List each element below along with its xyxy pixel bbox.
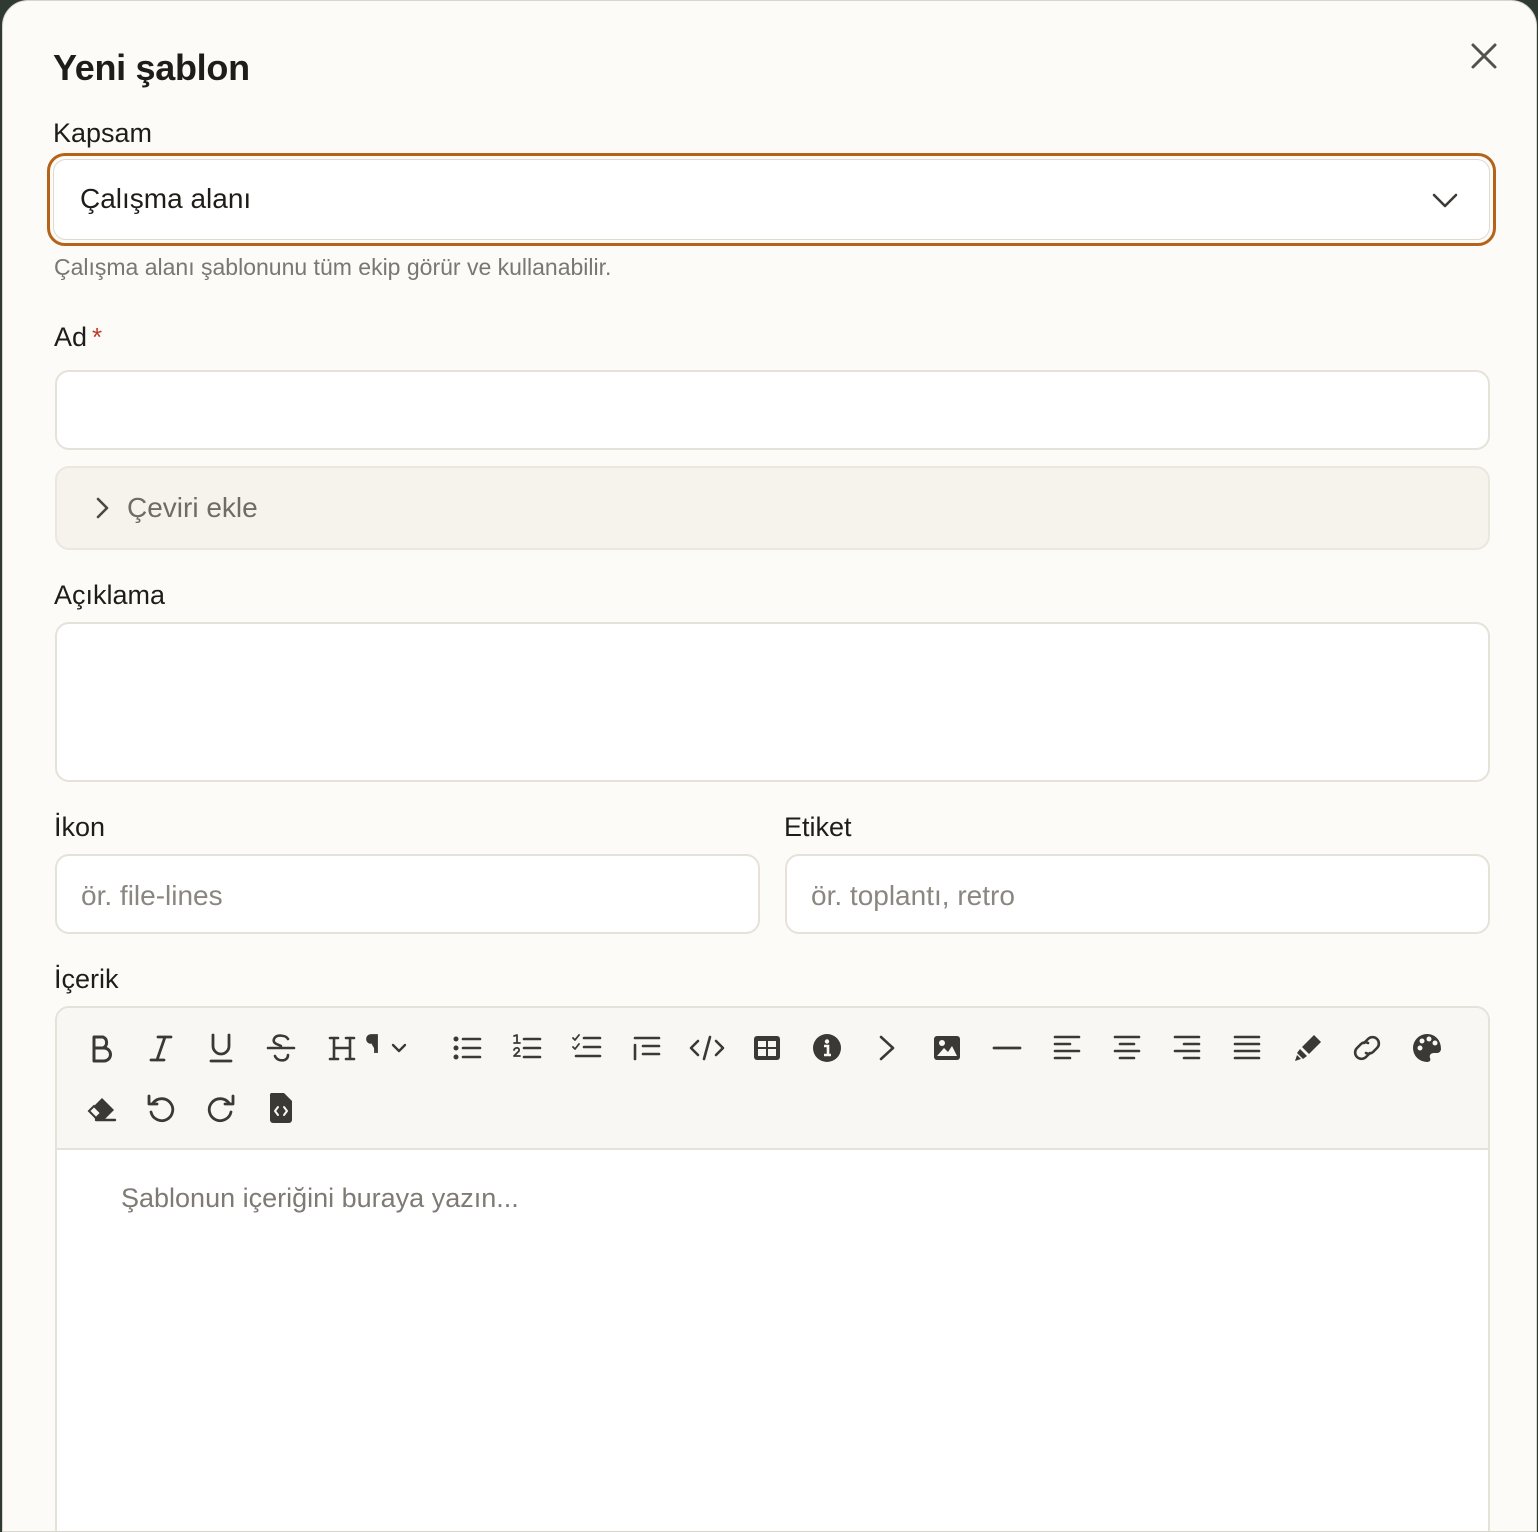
code-icon bbox=[689, 1035, 725, 1061]
strikethrough-icon bbox=[266, 1034, 296, 1062]
image-icon bbox=[934, 1036, 960, 1060]
task-list-icon bbox=[572, 1034, 602, 1058]
redo-icon bbox=[207, 1094, 235, 1122]
align-left-button[interactable] bbox=[1047, 1028, 1087, 1068]
bullet-list-button[interactable] bbox=[447, 1028, 487, 1068]
tag-label: Etiket bbox=[784, 812, 852, 842]
horizontal-rule-button[interactable] bbox=[987, 1028, 1027, 1068]
heading-paragraph-dropdown-icon bbox=[328, 1034, 407, 1061]
scope-help-text: Çalışma alanı şablonunu tüm ekip görür v… bbox=[54, 254, 612, 280]
info-icon bbox=[813, 1034, 841, 1062]
palette-icon bbox=[1413, 1034, 1441, 1062]
highlighter-icon bbox=[1295, 1035, 1321, 1061]
horizontal-rule-icon bbox=[992, 1046, 1022, 1050]
description-label: Açıklama bbox=[54, 580, 166, 610]
content-label: İçerik bbox=[54, 964, 119, 994]
content-editor: Şablonun içeriğini buraya yazın... bbox=[55, 1006, 1490, 1531]
chevron-right-icon bbox=[96, 497, 109, 519]
dialog-title: Yeni şablon bbox=[53, 47, 250, 88]
required-marker: * bbox=[92, 322, 103, 352]
name-input[interactable] bbox=[55, 370, 1490, 450]
task-list-button[interactable] bbox=[567, 1028, 607, 1068]
scope-select[interactable]: Çalışma alanı bbox=[53, 159, 1490, 240]
bullet-list-icon bbox=[453, 1036, 482, 1060]
tag-input[interactable]: ör. toplantı, retro bbox=[785, 854, 1490, 934]
name-label: Ad * bbox=[54, 322, 102, 353]
icon-input-placeholder: ör. file-lines bbox=[81, 880, 223, 911]
source-code-button[interactable] bbox=[261, 1088, 301, 1128]
tag-input-placeholder: ör. toplantı, retro bbox=[811, 880, 1015, 911]
content-editor-placeholder: Şablonun içeriğini buraya yazın... bbox=[121, 1183, 519, 1213]
undo-button[interactable] bbox=[141, 1088, 181, 1128]
strikethrough-button[interactable] bbox=[261, 1028, 301, 1068]
align-left-icon bbox=[1053, 1035, 1081, 1060]
scope-select-focus-ring: Çalışma alanı bbox=[47, 153, 1496, 246]
bold-button[interactable] bbox=[81, 1028, 121, 1068]
redo-button[interactable] bbox=[201, 1088, 241, 1128]
info-button[interactable] bbox=[807, 1028, 847, 1068]
align-justify-icon bbox=[1233, 1035, 1261, 1060]
align-center-icon bbox=[1113, 1035, 1141, 1060]
close-icon bbox=[1471, 43, 1497, 69]
underline-icon bbox=[209, 1033, 233, 1063]
link-icon bbox=[1353, 1035, 1381, 1061]
add-translation-toggle[interactable]: Çeviri ekle bbox=[55, 466, 1490, 550]
indent-list-icon bbox=[633, 1036, 661, 1061]
new-template-dialog: Yeni şablon Kapsam Çalışma alanı Çalışma… bbox=[2, 0, 1537, 1532]
chevron-down-icon bbox=[1432, 193, 1458, 208]
ordered-list-icon bbox=[513, 1034, 542, 1059]
table-button[interactable] bbox=[747, 1028, 787, 1068]
align-center-button[interactable] bbox=[1107, 1028, 1147, 1068]
editor-toolbar bbox=[57, 1008, 1488, 1150]
details-button[interactable] bbox=[867, 1028, 907, 1068]
scope-select-value: Çalışma alanı bbox=[80, 183, 252, 214]
scope-label: Kapsam bbox=[53, 118, 153, 148]
image-button[interactable] bbox=[927, 1028, 967, 1068]
align-justify-button[interactable] bbox=[1227, 1028, 1267, 1068]
underline-button[interactable] bbox=[201, 1028, 241, 1068]
indent-list-button[interactable] bbox=[627, 1028, 667, 1068]
icon-label: İkon bbox=[54, 812, 106, 842]
align-right-icon bbox=[1173, 1035, 1201, 1060]
heading-paragraph-dropdown[interactable] bbox=[325, 1028, 421, 1068]
link-button[interactable] bbox=[1347, 1028, 1387, 1068]
code-button[interactable] bbox=[687, 1028, 727, 1068]
align-right-button[interactable] bbox=[1167, 1028, 1207, 1068]
ordered-list-button[interactable] bbox=[507, 1028, 547, 1068]
description-textarea[interactable] bbox=[55, 622, 1490, 782]
chevron-right-icon bbox=[879, 1035, 895, 1061]
clear-format-button[interactable] bbox=[81, 1088, 121, 1128]
italic-icon bbox=[149, 1035, 173, 1062]
name-label-text: Ad bbox=[54, 322, 88, 352]
file-code-icon bbox=[269, 1093, 292, 1123]
color-button[interactable] bbox=[1407, 1028, 1447, 1068]
bold-icon bbox=[92, 1035, 112, 1063]
table-icon bbox=[754, 1036, 780, 1060]
highlighter-button[interactable] bbox=[1287, 1028, 1327, 1068]
icon-input[interactable]: ör. file-lines bbox=[55, 854, 760, 934]
undo-icon bbox=[147, 1094, 175, 1122]
add-translation-label: Çeviri ekle bbox=[127, 492, 258, 523]
eraser-icon bbox=[87, 1098, 117, 1122]
close-button[interactable] bbox=[1465, 37, 1503, 75]
italic-button[interactable] bbox=[141, 1028, 181, 1068]
